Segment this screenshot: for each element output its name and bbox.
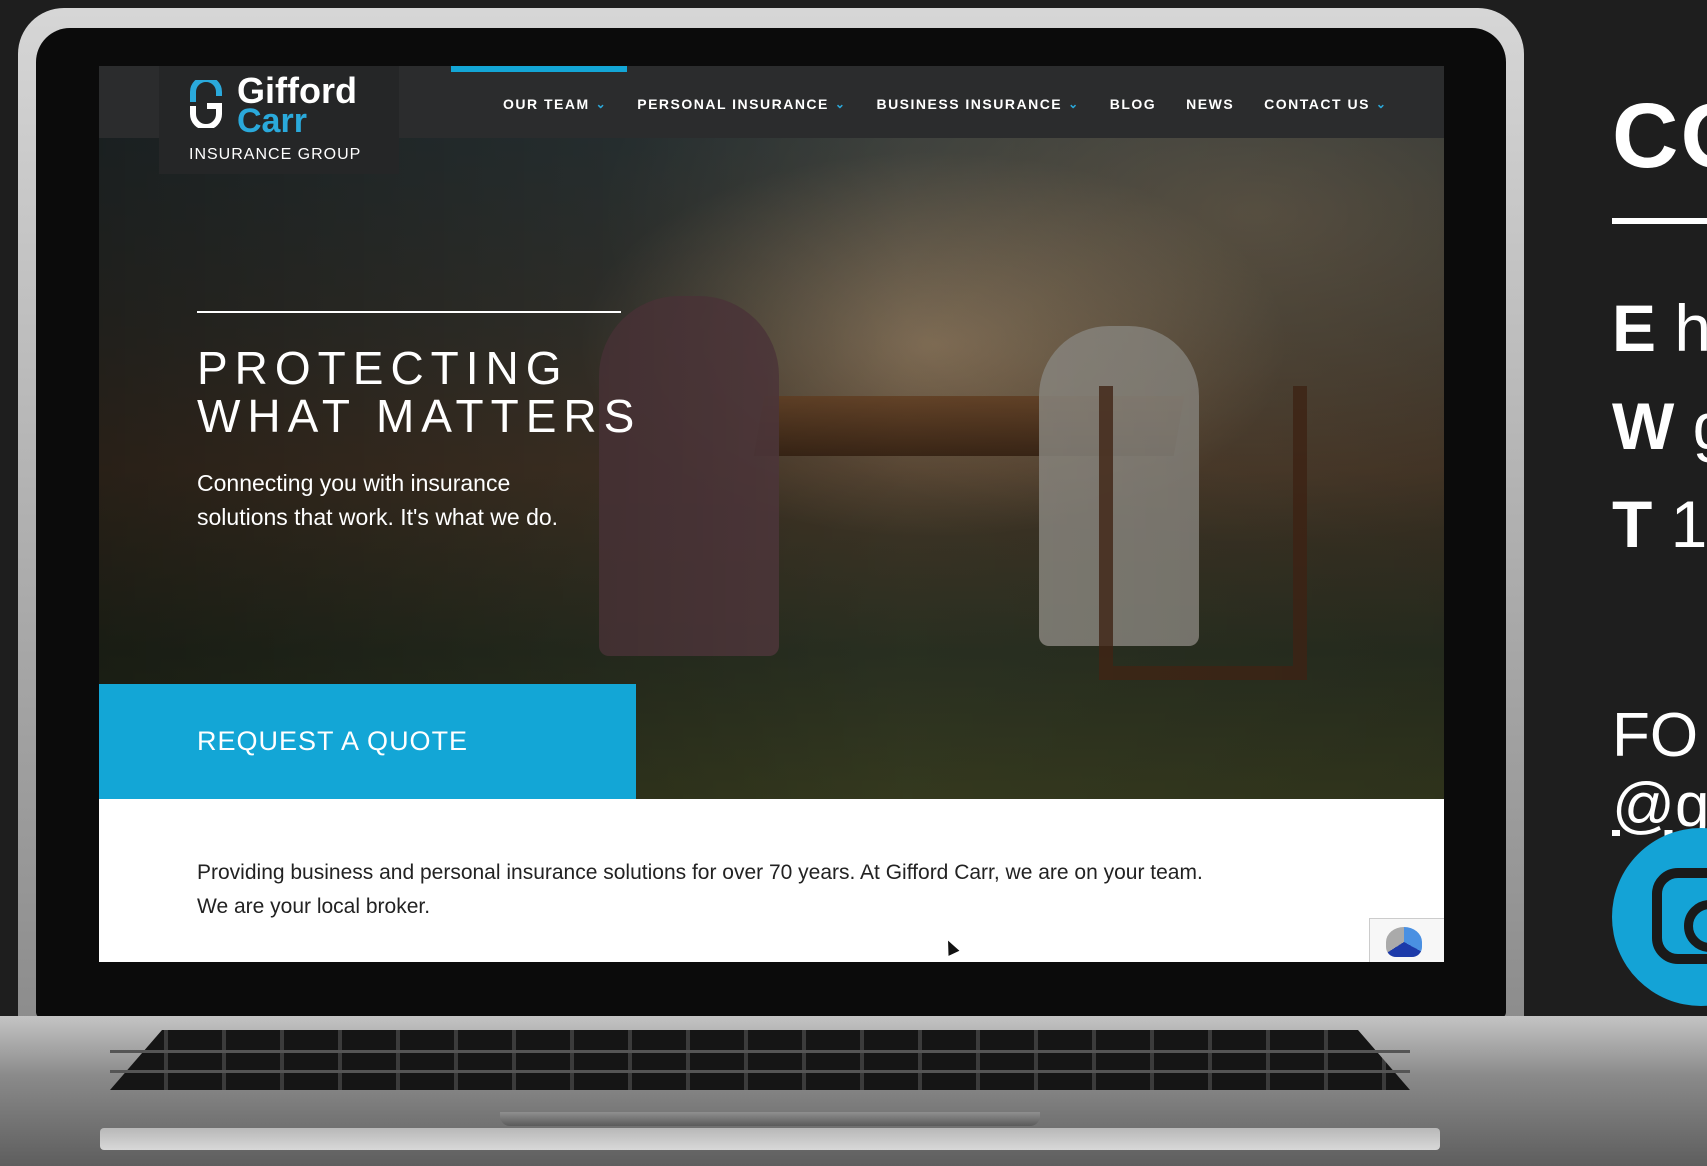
- contact-side-panel: CO E h W g T 1 FO @g: [1580, 0, 1707, 1166]
- mouse-cursor-icon: [942, 938, 960, 956]
- laptop-hinge-notch: [500, 1112, 1040, 1126]
- nav-item-business-insurance[interactable]: BUSINESS INSURANCE ⌄: [876, 96, 1079, 112]
- hero-divider: [197, 311, 621, 313]
- header-accent-bar: [451, 66, 627, 72]
- logo-tagline: INSURANCE GROUP: [189, 146, 362, 163]
- chevron-down-icon: ⌄: [595, 97, 608, 111]
- nav-item-label: BLOG: [1109, 96, 1157, 112]
- nav-item-label: NEWS: [1186, 96, 1235, 112]
- nav-item-blog[interactable]: BLOG: [1110, 96, 1156, 112]
- side-line-prefix: W: [1612, 389, 1675, 463]
- nav-item-our-team[interactable]: OUR TEAM ⌄: [503, 96, 607, 112]
- hero-subtitle: Connecting you with insurance solutions …: [197, 466, 637, 534]
- hero-subtitle-line1: Connecting you with insurance: [197, 470, 511, 496]
- side-line-prefix: E: [1612, 291, 1657, 365]
- laptop-screen: Gifford Carr INSURANCE GROUP OUR TEAM ⌄ …: [99, 66, 1444, 962]
- logo-name-line2: Carr: [237, 102, 307, 140]
- intro-text-line2: We are your local broker.: [197, 895, 431, 918]
- logo-mark-icon: [190, 80, 222, 128]
- instagram-icon-lens: [1684, 900, 1707, 952]
- request-quote-button[interactable]: REQUEST A QUOTE: [99, 684, 636, 799]
- recaptcha-icon: [1386, 927, 1422, 957]
- side-email-line: E h: [1612, 290, 1707, 366]
- nav-item-label: PERSONAL INSURANCE: [637, 96, 829, 112]
- side-web-line: W g: [1612, 388, 1707, 464]
- chevron-down-icon: ⌄: [1068, 97, 1080, 111]
- side-line-text: h: [1674, 291, 1707, 365]
- recaptcha-badge[interactable]: [1369, 918, 1444, 962]
- nav-item-news[interactable]: NEWS: [1186, 96, 1234, 112]
- instagram-icon[interactable]: [1612, 828, 1707, 1006]
- hero-title-line1: PROTECTING: [197, 342, 569, 394]
- main-nav: OUR TEAM ⌄ PERSONAL INSURANCE ⌄ BUSINESS…: [503, 96, 1417, 112]
- hero-title: PROTECTING WHAT MATTERS: [197, 344, 641, 440]
- side-heading: CO: [1612, 85, 1707, 187]
- side-heading-underline: [1612, 218, 1707, 224]
- site-logo[interactable]: Gifford Carr INSURANCE GROUP: [159, 66, 399, 174]
- nav-item-label: CONTACT US: [1264, 96, 1370, 112]
- promo-scene: Gifford Carr INSURANCE GROUP OUR TEAM ⌄ …: [0, 0, 1707, 1166]
- chevron-down-icon: ⌄: [834, 97, 847, 111]
- side-line-text: 1: [1670, 487, 1707, 561]
- intro-text-line1: Providing business and personal insuranc…: [197, 861, 1203, 884]
- side-line-prefix: T: [1612, 487, 1653, 561]
- keyboard-row-divider: [110, 1050, 1410, 1053]
- hero-subtitle-line2: solutions that work. It's what we do.: [197, 504, 559, 530]
- laptop-keyboard: [110, 1030, 1410, 1090]
- keyboard-row-divider: [110, 1070, 1410, 1073]
- chevron-down-icon: ⌄: [1375, 97, 1388, 111]
- nav-item-label: OUR TEAM: [503, 96, 590, 112]
- side-phone-line: T 1: [1612, 486, 1707, 562]
- intro-text: Providing business and personal insuranc…: [197, 856, 1357, 924]
- side-social-label: FO: [1612, 701, 1699, 770]
- hero-title-line2: WHAT MATTERS: [197, 390, 642, 442]
- laptop-front-edge: [100, 1128, 1440, 1150]
- nav-item-label: BUSINESS INSURANCE: [876, 96, 1063, 112]
- instagram-icon-frame: [1652, 868, 1707, 964]
- side-line-text: g: [1693, 389, 1707, 463]
- nav-item-personal-insurance[interactable]: PERSONAL INSURANCE ⌄: [637, 96, 846, 112]
- nav-item-contact-us[interactable]: CONTACT US ⌄: [1264, 96, 1387, 112]
